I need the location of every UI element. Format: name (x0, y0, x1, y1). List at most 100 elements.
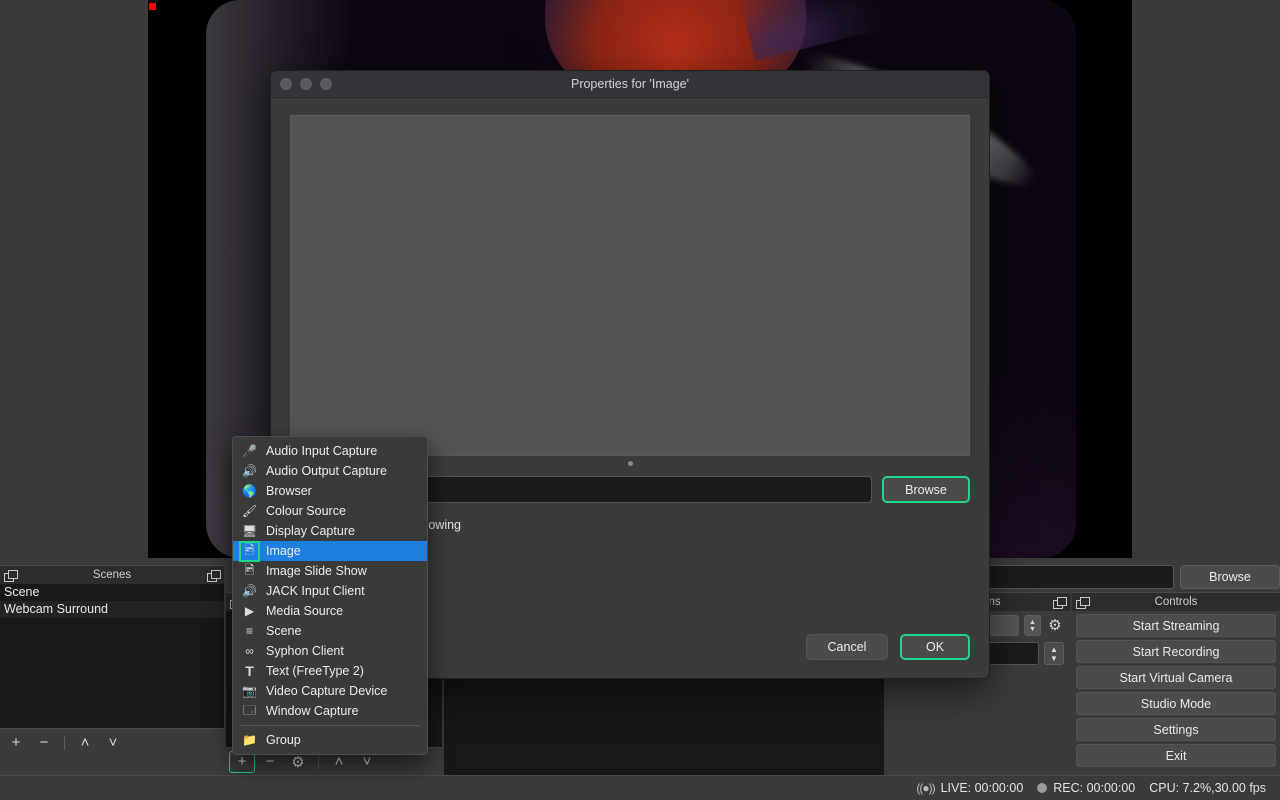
menu-item-audio-output-capture[interactable]: 🔊 Audio Output Capture (233, 461, 427, 481)
menu-item-syphon-client[interactable]: ∞ Syphon Client (233, 641, 427, 661)
dock-close-icon[interactable] (1053, 596, 1067, 609)
menu-item-display-capture[interactable]: 🖥 Display Capture (233, 521, 427, 541)
transition-spinner[interactable]: ▲ ▼ (1024, 615, 1041, 636)
add-scene-button[interactable]: + (3, 732, 29, 754)
obs-main-window: Image Scenes Scene Webcam Surround + − ˄… (0, 0, 1280, 800)
spinner-down-icon: ▼ (1050, 653, 1058, 663)
preview-selection-handle[interactable] (149, 3, 156, 10)
add-source-menu[interactable]: 🎤 Audio Input Capture 🔊 Audio Output Cap… (232, 436, 428, 755)
menu-item-label: Media Source (266, 604, 344, 618)
text-t-icon: T (245, 663, 254, 679)
controls-header: Controls (1072, 592, 1280, 611)
dialog-image-preview (290, 115, 970, 456)
close-icon[interactable] (280, 78, 292, 90)
window-icon: 🗔 (242, 702, 256, 717)
menu-item-label: Display Capture (266, 524, 355, 538)
scene-list-item[interactable]: Scene (0, 584, 224, 601)
menu-item-jack-input-client[interactable]: 🔊 JACK Input Client (233, 581, 427, 601)
window-traffic-lights (280, 78, 332, 90)
start-recording-button[interactable]: Start Recording (1076, 640, 1276, 663)
slideshow-icon: 🖻 (244, 562, 255, 577)
cpu-status: CPU: 7.2%,30.00 fps (1149, 781, 1266, 795)
cancel-button[interactable]: Cancel (806, 634, 888, 660)
live-status: ((●)) LIVE: 00:00:00 (916, 781, 1023, 795)
preview-hair (739, 0, 891, 61)
background-browse-button[interactable]: Browse (1180, 565, 1280, 589)
ok-button[interactable]: OK (900, 634, 970, 660)
spinner-up-icon: ▲ (1050, 644, 1058, 654)
toolbar-divider (64, 735, 65, 750)
dialog-browse-button[interactable]: Browse (882, 476, 970, 503)
scene-list-item[interactable]: Webcam Surround (0, 601, 224, 618)
maximize-icon[interactable] (320, 78, 332, 90)
scenes-dock-header: Scenes (0, 565, 224, 584)
controls-title: Controls (1154, 596, 1198, 608)
menu-item-label: Colour Source (266, 504, 346, 518)
dock-float-icon[interactable] (1076, 596, 1090, 609)
transition-gear-icon[interactable]: ⚙ (1046, 617, 1064, 635)
rec-timer: REC: 00:00:00 (1053, 781, 1136, 795)
menu-item-label: Syphon Client (266, 644, 344, 658)
cpu-fps-label: CPU: 7.2%,30.00 fps (1149, 781, 1266, 795)
menu-item-text-freetype[interactable]: T Text (FreeType 2) (233, 661, 427, 681)
dock-close-icon[interactable] (207, 569, 221, 582)
menu-item-label: Video Capture Device (266, 684, 388, 698)
scenes-dock-title: Scenes (92, 569, 132, 581)
exit-button[interactable]: Exit (1076, 744, 1276, 767)
scenes-toolbar: + − ˄ ˅ (0, 728, 224, 756)
dock-float-icon[interactable] (4, 569, 18, 582)
menu-item-label: Window Capture (266, 704, 359, 718)
microphone-icon: 🎤 (242, 444, 257, 458)
menu-item-label: Audio Input Capture (266, 444, 378, 458)
menu-separator (240, 725, 420, 726)
menu-item-video-capture-device[interactable]: 📷 Video Capture Device (233, 681, 427, 701)
globe-icon: 🌎 (242, 484, 257, 498)
paintbrush-icon: 🖌 (241, 504, 258, 518)
menu-item-label: Group (266, 733, 301, 747)
menu-item-scene[interactable]: ≡ Scene (233, 621, 427, 641)
settings-button[interactable]: Settings (1076, 718, 1276, 741)
menu-item-window-capture[interactable]: 🗔 Window Capture (233, 701, 427, 721)
rec-status: REC: 00:00:00 (1037, 781, 1135, 795)
remove-scene-button[interactable]: − (31, 732, 57, 754)
dialog-button-row: Cancel OK (806, 634, 970, 660)
menu-item-label: Scene (266, 624, 302, 638)
controls-dock: Controls Start Streaming Start Recording… (1072, 592, 1280, 775)
menu-item-audio-input-capture[interactable]: 🎤 Audio Input Capture (233, 441, 427, 461)
move-scene-up-button[interactable]: ˄ (72, 732, 98, 754)
start-virtual-camera-button[interactable]: Start Virtual Camera (1076, 666, 1276, 689)
duration-spinner[interactable]: ▲ ▼ (1044, 642, 1064, 665)
menu-item-label: Text (FreeType 2) (266, 664, 364, 678)
menu-item-group[interactable]: 📁 Group (233, 730, 427, 750)
dialog-title: Properties for 'Image' (570, 77, 690, 91)
toolbar-divider (318, 754, 319, 769)
play-triangle-icon: ▶ (244, 604, 255, 618)
scenes-dock: Scenes Scene Webcam Surround + − ˄ ˅ (0, 565, 224, 775)
menu-item-colour-source[interactable]: 🖌 Colour Source (233, 501, 427, 521)
move-scene-down-button[interactable]: ˅ (100, 732, 126, 754)
speaker-icon: 🔊 (242, 584, 257, 598)
status-bar: ((●)) LIVE: 00:00:00 REC: 00:00:00 CPU: … (0, 775, 1280, 800)
menu-item-browser[interactable]: 🌎 Browser (233, 481, 427, 501)
monitor-icon: 🖥 (241, 524, 258, 538)
menu-item-media-source[interactable]: ▶ Media Source (233, 601, 427, 621)
menu-item-image-slide-show[interactable]: 🖻 Image Slide Show (233, 561, 427, 581)
minimize-icon[interactable] (300, 78, 312, 90)
syphon-icon: ∞ (245, 644, 254, 658)
record-dot-icon (1037, 783, 1048, 793)
menu-item-label: Audio Output Capture (266, 464, 387, 478)
list-icon: ≡ (245, 624, 253, 638)
start-streaming-button[interactable]: Start Streaming (1076, 614, 1276, 637)
image-icon: 🖻 (239, 540, 260, 562)
menu-item-label: Image Slide Show (266, 564, 367, 578)
folder-icon: 📁 (242, 733, 257, 747)
live-timer: LIVE: 00:00:00 (940, 781, 1024, 795)
menu-item-label: Browser (266, 484, 312, 498)
spinner-down-icon: ▼ (1029, 625, 1036, 633)
scenes-list[interactable]: Scene Webcam Surround (0, 584, 224, 728)
studio-mode-button[interactable]: Studio Mode (1076, 692, 1276, 715)
menu-item-label: Image (266, 544, 301, 558)
splitter-handle-icon (627, 460, 633, 466)
menu-item-image[interactable]: 🖻 Image (233, 540, 427, 562)
dialog-titlebar[interactable]: Properties for 'Image' (271, 71, 989, 98)
